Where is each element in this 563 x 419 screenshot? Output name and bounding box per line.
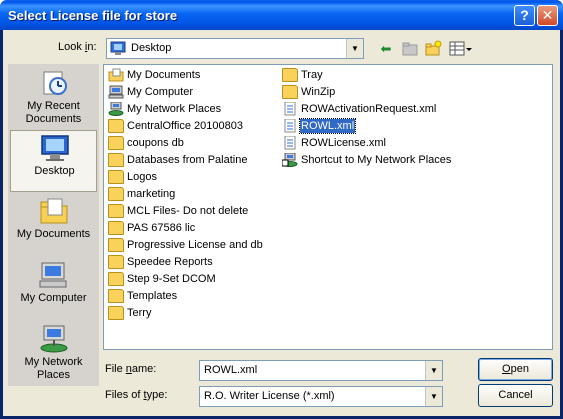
folder-icon: [108, 306, 124, 320]
open-button[interactable]: Open: [478, 358, 553, 381]
folder-icon: [108, 119, 124, 133]
look-in-combo[interactable]: Desktop ▼: [106, 38, 364, 59]
folder-icon: [108, 204, 124, 218]
place-desktop[interactable]: Desktop: [10, 130, 97, 192]
my-computer-icon: [39, 262, 67, 288]
title-bar[interactable]: Select License file for store ? ✕: [0, 0, 563, 30]
folder-icon: [282, 85, 298, 99]
recent-documents-icon: [43, 71, 67, 95]
folder-icon: [108, 272, 124, 286]
chevron-down-icon[interactable]: ▼: [425, 387, 442, 406]
places-bar: My Recent Documents Desktop My Documents: [8, 64, 99, 386]
dialog-window: Select License file for store ? ✕ Look i…: [0, 0, 563, 419]
up-folder-icon[interactable]: [401, 40, 419, 57]
place-label: Desktop: [34, 165, 75, 177]
place-label: My Documents: [16, 228, 91, 240]
computer-icon: [108, 85, 124, 99]
look-in-value: Desktop: [131, 42, 172, 54]
folder-icon: [108, 255, 124, 269]
folder-icon: [108, 136, 124, 150]
chevron-down-icon[interactable]: ▼: [346, 39, 363, 58]
view-menu-icon[interactable]: [449, 40, 473, 57]
my-documents-icon: [108, 68, 124, 82]
back-icon[interactable]: ⬅: [377, 40, 395, 57]
xml-file-icon: [284, 119, 296, 133]
shortcut-icon: [282, 153, 298, 167]
file-type-label: Files of type:: [105, 389, 168, 401]
xml-file-icon: [284, 136, 296, 150]
dialog-client-area: Look in: Desktop ▼ ⬅ My Recent Documents…: [3, 30, 560, 416]
desktop-icon: [41, 135, 69, 161]
window-title: Select License file for store: [8, 8, 178, 23]
place-my-recent-documents[interactable]: My Recent Documents: [10, 66, 97, 128]
folder-icon: [282, 68, 298, 82]
desktop-icon: [110, 41, 126, 55]
place-my-documents[interactable]: My Documents: [10, 194, 97, 256]
place-my-network-places[interactable]: My Network Places: [10, 322, 97, 384]
file-list[interactable]: My Documents My Computer My Network Plac…: [103, 64, 553, 350]
help-button[interactable]: ?: [514, 5, 535, 26]
folder-icon: [108, 170, 124, 184]
network-places-icon: [40, 325, 68, 353]
network-icon: [108, 102, 124, 116]
file-name-combo[interactable]: ROWL.xml ▼: [199, 360, 443, 381]
place-my-computer[interactable]: My Computer: [10, 258, 97, 320]
my-documents-icon: [40, 198, 68, 224]
place-label: My Computer: [20, 292, 87, 304]
folder-icon: [108, 289, 124, 303]
folder-icon: [108, 153, 124, 167]
place-label: My Recent Documents: [25, 100, 82, 125]
file-type-combo[interactable]: R.O. Writer License (*.xml) ▼: [199, 386, 443, 407]
file-name-value: ROWL.xml: [204, 364, 258, 376]
folder-icon: [108, 238, 124, 252]
folder-icon: [108, 221, 124, 235]
cancel-button[interactable]: Cancel: [478, 384, 553, 407]
new-folder-icon[interactable]: [424, 40, 442, 57]
place-label: My Network Places: [24, 356, 83, 381]
close-button[interactable]: ✕: [537, 5, 558, 26]
look-in-label: Look in:: [58, 41, 97, 53]
file-type-value: R.O. Writer License (*.xml): [204, 390, 335, 402]
chevron-down-icon[interactable]: ▼: [425, 361, 442, 380]
folder-icon: [108, 187, 124, 201]
file-name-label: File name:: [105, 363, 157, 375]
xml-file-icon: [284, 102, 296, 116]
